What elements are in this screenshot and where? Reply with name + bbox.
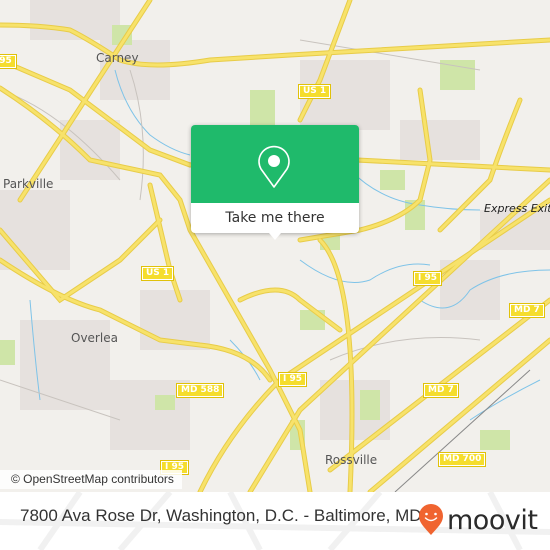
route-shield-md7-south: MD 7	[423, 383, 459, 398]
take-me-there-button[interactable]: Take me there	[191, 203, 359, 233]
place-label-express-exit: Express Exit	[484, 202, 550, 215]
route-shield-md588: MD 588	[176, 383, 225, 398]
popup-caret	[269, 233, 281, 240]
route-shield-i695: 695	[0, 54, 17, 69]
route-shield-md7-east: MD 7	[509, 303, 545, 318]
route-shield-i95-east: I 95	[413, 271, 443, 286]
address-text: 7800 Ava Rose Dr, Washington, D.C. - Bal…	[20, 506, 422, 525]
map-attribution[interactable]: © OpenStreetMap contributors	[0, 470, 182, 489]
moovit-logo[interactable]: moovit	[417, 504, 538, 536]
moovit-pin-icon	[419, 504, 443, 535]
route-shield-md700: MD 700	[438, 452, 487, 467]
route-shield-us1-north: US 1	[298, 84, 332, 99]
map-pin-icon	[258, 145, 290, 188]
place-label-rossville: Rossville	[325, 453, 378, 467]
route-shield-i95-center: I 95	[278, 372, 308, 387]
place-label-overlea: Overlea	[71, 331, 118, 345]
footer: 7800 Ava Rose Dr, Washington, D.C. - Bal…	[0, 492, 550, 550]
place-label-carney: Carney	[96, 51, 139, 65]
popup-header	[191, 125, 359, 203]
place-label-parkville: Parkville	[3, 177, 54, 191]
route-shield-us1-south: US 1	[141, 266, 175, 281]
moovit-wordmark: moovit	[447, 504, 538, 536]
location-popup: Take me there	[191, 125, 359, 240]
map-canvas	[0, 0, 550, 492]
map[interactable]: Carney Parkville Overlea Rossville Expre…	[0, 0, 550, 492]
